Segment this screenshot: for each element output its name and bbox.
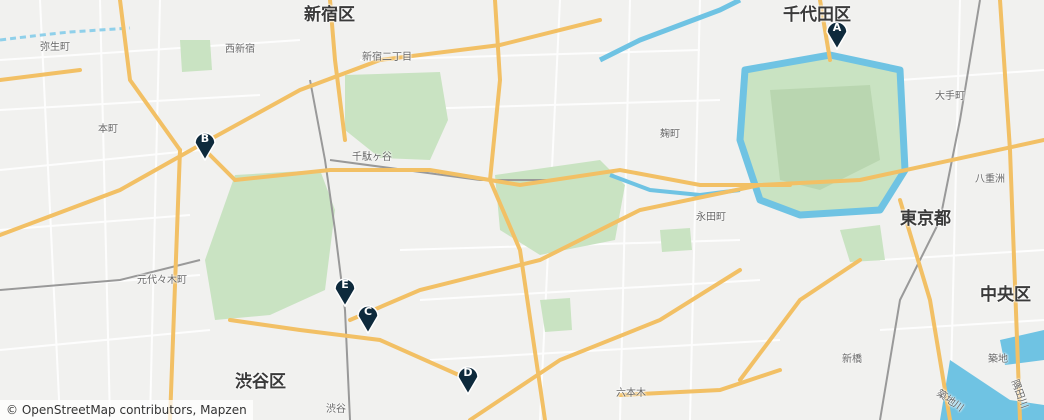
ward-label-tokyo: 東京都	[900, 209, 951, 229]
map-attribution[interactable]: © OpenStreetMap contributors, Mapzen	[0, 400, 253, 420]
place-label-shinbashi: 新橋	[842, 354, 862, 365]
ward-label-shinjuku: 新宿区	[304, 5, 355, 25]
marker-label-b: B	[200, 132, 210, 145]
map-base-layer	[0, 0, 1044, 420]
place-label-otemachi: 大手町	[935, 91, 965, 102]
place-label-roppongi: 六本木	[616, 388, 646, 399]
place-label-motoyoyogicho: 元代々木町	[137, 275, 187, 286]
place-label-nagatacho: 永田町	[696, 212, 726, 223]
map-view[interactable]: 新宿区 千代田区 東京都 中央区 渋谷区 弥生町 西新宿 新宿二丁目 本町 千駄…	[0, 0, 1044, 420]
ward-label-shibuya: 渋谷区	[235, 372, 286, 392]
place-label-sendagaya: 千駄ヶ谷	[352, 152, 392, 163]
place-label-honmachi: 本町	[98, 124, 118, 135]
map-marker-a[interactable]: A	[825, 18, 849, 50]
place-label-tsukiji: 築地	[988, 354, 1008, 365]
marker-label-c: C	[363, 305, 373, 318]
map-marker-c[interactable]: C	[356, 302, 380, 334]
marker-label-d: D	[463, 366, 473, 379]
place-label-shibuya: 渋谷	[326, 404, 346, 415]
place-label-nishishinjuku: 西新宿	[225, 44, 255, 55]
ward-label-chuo: 中央区	[980, 285, 1031, 305]
map-marker-e[interactable]: E	[333, 275, 357, 307]
place-label-yayoicho: 弥生町	[40, 42, 70, 53]
place-label-shinjuku-nichome: 新宿二丁目	[362, 52, 412, 63]
marker-label-a: A	[832, 21, 842, 34]
place-label-yaesu: 八重洲	[975, 174, 1005, 185]
map-marker-d[interactable]: D	[456, 363, 480, 395]
place-label-kojimachi: 麹町	[660, 129, 680, 140]
map-marker-b[interactable]: B	[193, 129, 217, 161]
marker-label-e: E	[341, 278, 349, 291]
